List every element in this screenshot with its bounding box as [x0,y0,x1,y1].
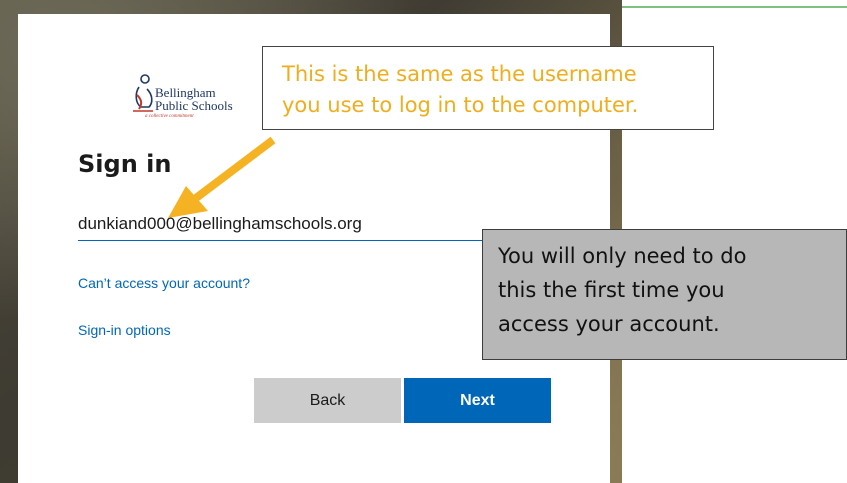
page-title: Sign in [78,150,172,178]
email-field[interactable] [78,208,488,241]
logo-figure-icon [133,74,153,112]
username-callout: This is the same as the username you use… [262,46,714,130]
first-time-callout-text: You will only need to do this the first … [498,239,746,341]
back-button[interactable]: Back [254,378,401,423]
logo-tagline: a collective commitment [145,114,194,119]
first-time-callout-line3: access your account. [498,312,720,336]
logo-text-line2: Public Schools [155,98,233,113]
cant-access-account-link[interactable]: Can’t access your account? [78,275,250,291]
first-time-callout: You will only need to do this the first … [482,229,847,360]
username-callout-line2: you use to log in to the computer. [282,93,639,117]
school-logo: Bellingham Public Schools a collective c… [131,73,261,125]
username-callout-text: This is the same as the username you use… [282,59,638,121]
signin-options-link[interactable]: Sign-in options [78,322,171,338]
first-time-callout-line2: this the first time you [498,278,725,302]
next-button[interactable]: Next [404,378,551,423]
username-callout-line1: This is the same as the username [282,62,637,86]
top-divider-line [622,6,847,8]
first-time-callout-line1: You will only need to do [498,244,747,268]
